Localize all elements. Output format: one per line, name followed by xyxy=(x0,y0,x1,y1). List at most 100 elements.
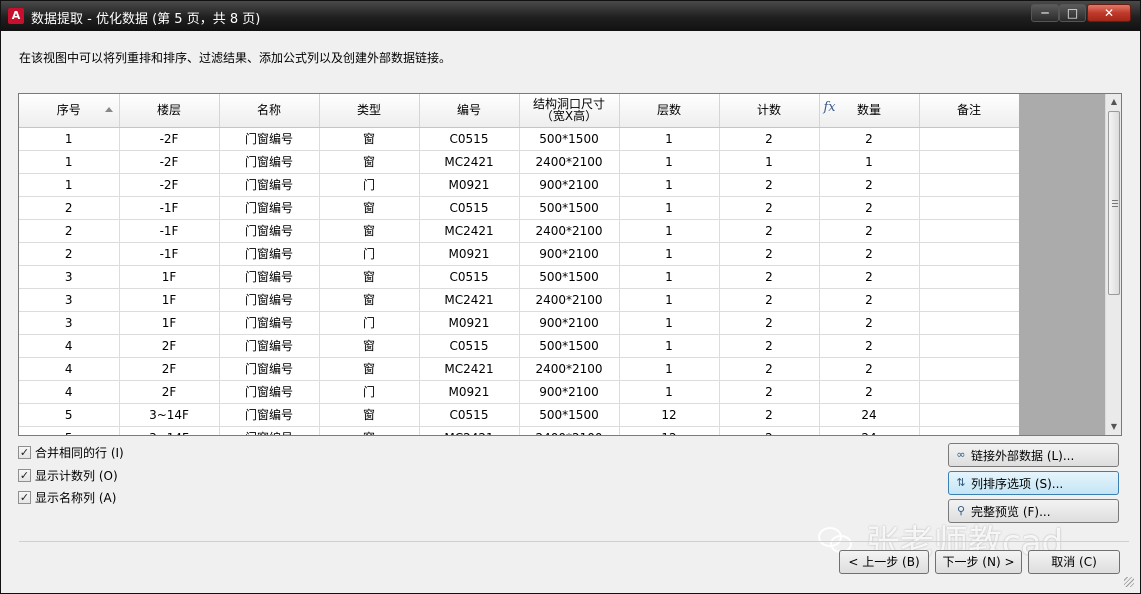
table-cell[interactable]: 2 xyxy=(819,219,920,243)
table-cell[interactable]: 2 xyxy=(19,219,120,243)
table-cell[interactable] xyxy=(919,380,1020,404)
table-row[interactable]: 3 1F 门窗编号窗 MC2421 2400*2100 1 2 2 xyxy=(19,288,1020,312)
table-cell[interactable]: 2 xyxy=(819,357,920,381)
table-cell[interactable]: C0515 xyxy=(419,265,520,289)
data-grid[interactable]: 序号 楼层 名称 类型 编号 结构洞口尺寸（宽X高） 层数 计数 fx 数量 备注… xyxy=(18,93,1122,436)
table-cell[interactable]: MC2421 xyxy=(419,288,520,312)
table-cell[interactable]: -1F xyxy=(119,242,220,266)
table-cell[interactable]: 1 xyxy=(619,357,720,381)
table-cell[interactable]: 1 xyxy=(19,127,120,151)
table-cell[interactable] xyxy=(919,357,1020,381)
column-header-count[interactable]: 计数 xyxy=(719,94,820,128)
table-cell[interactable] xyxy=(919,403,1020,427)
table-row[interactable]: 2 -1F 门窗编号窗 C0515 500*1500 1 2 2 xyxy=(19,196,1020,220)
table-cell[interactable]: 2 xyxy=(719,357,820,381)
show-name-checkbox[interactable]: ✓ xyxy=(18,490,31,504)
column-header-size[interactable]: 结构洞口尺寸（宽X高） xyxy=(519,94,620,128)
table-cell[interactable]: 2F xyxy=(119,380,220,404)
column-sort-options-button[interactable]: ⇅ 列排序选项 (S)... xyxy=(948,471,1119,495)
table-cell[interactable] xyxy=(919,196,1020,220)
table-cell[interactable]: 4 xyxy=(19,380,120,404)
table-cell[interactable]: 5 xyxy=(19,426,120,435)
table-cell[interactable]: 门窗编号 xyxy=(219,150,320,174)
next-button[interactable]: 下一步 (N) > xyxy=(935,550,1022,574)
table-cell[interactable]: 1 xyxy=(619,288,720,312)
table-cell[interactable]: 2400*2100 xyxy=(519,426,620,435)
table-cell[interactable]: 900*2100 xyxy=(519,173,620,197)
table-cell[interactable]: 窗 xyxy=(319,334,420,358)
table-row[interactable]: 2 -1F 门窗编号窗 MC2421 2400*2100 1 2 2 xyxy=(19,219,1020,243)
table-cell[interactable]: C0515 xyxy=(419,334,520,358)
table-cell[interactable]: MC2421 xyxy=(419,219,520,243)
table-cell[interactable]: 窗 xyxy=(319,426,420,435)
table-cell[interactable]: 3 xyxy=(19,311,120,335)
table-cell[interactable]: 1F xyxy=(119,288,220,312)
table-cell[interactable]: 门窗编号 xyxy=(219,242,320,266)
table-cell[interactable]: M0921 xyxy=(419,380,520,404)
table-cell[interactable]: 2400*2100 xyxy=(519,150,620,174)
table-row[interactable]: 3 1F 门窗编号窗 C0515 500*1500 1 2 2 xyxy=(19,265,1020,289)
table-cell[interactable]: 3~14F xyxy=(119,426,220,435)
table-cell[interactable]: 2 xyxy=(719,219,820,243)
table-row[interactable]: 1 -2F 门窗编号门 M0921 900*2100 1 2 2 xyxy=(19,173,1020,197)
table-cell[interactable]: 2 xyxy=(819,242,920,266)
table-cell[interactable]: 窗 xyxy=(319,127,420,151)
table-cell[interactable]: 窗 xyxy=(319,219,420,243)
link-external-data-button[interactable]: ∞ 链接外部数据 (L)... xyxy=(948,443,1119,467)
table-cell[interactable]: 2 xyxy=(819,334,920,358)
table-cell[interactable]: 500*1500 xyxy=(519,196,620,220)
table-cell[interactable]: 2 xyxy=(719,265,820,289)
table-cell[interactable]: 窗 xyxy=(319,288,420,312)
table-cell[interactable]: 500*1500 xyxy=(519,403,620,427)
table-cell[interactable]: 1F xyxy=(119,265,220,289)
table-cell[interactable]: 1 xyxy=(19,173,120,197)
table-cell[interactable]: C0515 xyxy=(419,127,520,151)
table-cell[interactable]: 2F xyxy=(119,357,220,381)
table-cell[interactable]: 1 xyxy=(619,150,720,174)
table-cell[interactable]: MC2421 xyxy=(419,357,520,381)
column-header-floor[interactable]: 楼层 xyxy=(119,94,220,128)
table-row[interactable]: 3 1F 门窗编号门 M0921 900*2100 1 2 2 xyxy=(19,311,1020,335)
table-cell[interactable]: 4 xyxy=(19,357,120,381)
table-cell[interactable]: 1 xyxy=(619,311,720,335)
table-cell[interactable] xyxy=(919,426,1020,435)
table-row[interactable]: 1 -2F 门窗编号窗 C0515 500*1500 1 2 2 xyxy=(19,127,1020,151)
table-cell[interactable]: 500*1500 xyxy=(519,265,620,289)
table-cell[interactable]: MC2421 xyxy=(419,150,520,174)
table-cell[interactable]: 2 xyxy=(719,242,820,266)
show-name-option[interactable]: ✓ 显示名称列 (A) xyxy=(18,489,116,505)
table-cell[interactable]: 5 xyxy=(19,403,120,427)
table-cell[interactable]: 2 xyxy=(819,173,920,197)
back-button[interactable]: < 上一步 (B) xyxy=(839,550,929,574)
table-cell[interactable]: 门窗编号 xyxy=(219,288,320,312)
table-cell[interactable]: 门窗编号 xyxy=(219,357,320,381)
table-cell[interactable]: 1 xyxy=(619,219,720,243)
close-button[interactable]: ✕ xyxy=(1087,4,1131,22)
table-cell[interactable]: 1 xyxy=(819,150,920,174)
table-cell[interactable]: 门窗编号 xyxy=(219,334,320,358)
table-cell[interactable]: MC2421 xyxy=(419,426,520,435)
table-cell[interactable] xyxy=(919,265,1020,289)
table-cell[interactable]: 500*1500 xyxy=(519,127,620,151)
scroll-up-icon[interactable]: ▲ xyxy=(1106,94,1121,110)
table-cell[interactable]: 24 xyxy=(819,403,920,427)
table-cell[interactable] xyxy=(919,242,1020,266)
table-cell[interactable]: C0515 xyxy=(419,196,520,220)
table-cell[interactable]: 900*2100 xyxy=(519,242,620,266)
table-cell[interactable]: 窗 xyxy=(319,150,420,174)
column-header-type[interactable]: 类型 xyxy=(319,94,420,128)
table-cell[interactable]: M0921 xyxy=(419,311,520,335)
table-cell[interactable]: 窗 xyxy=(319,196,420,220)
table-cell[interactable]: 门窗编号 xyxy=(219,403,320,427)
table-cell[interactable]: 门窗编号 xyxy=(219,196,320,220)
table-cell[interactable]: 门 xyxy=(319,173,420,197)
column-header-quantity[interactable]: fx 数量 xyxy=(819,94,920,128)
table-cell[interactable]: 2 xyxy=(719,380,820,404)
merge-rows-checkbox[interactable]: ✓ xyxy=(18,445,31,459)
table-cell[interactable]: 2 xyxy=(719,426,820,435)
table-cell[interactable]: 门窗编号 xyxy=(219,127,320,151)
table-row[interactable]: 4 2F 门窗编号窗 MC2421 2400*2100 1 2 2 xyxy=(19,357,1020,381)
resize-grip-icon[interactable] xyxy=(1124,577,1134,587)
table-cell[interactable]: 900*2100 xyxy=(519,380,620,404)
maximize-button[interactable]: □ xyxy=(1059,4,1086,22)
